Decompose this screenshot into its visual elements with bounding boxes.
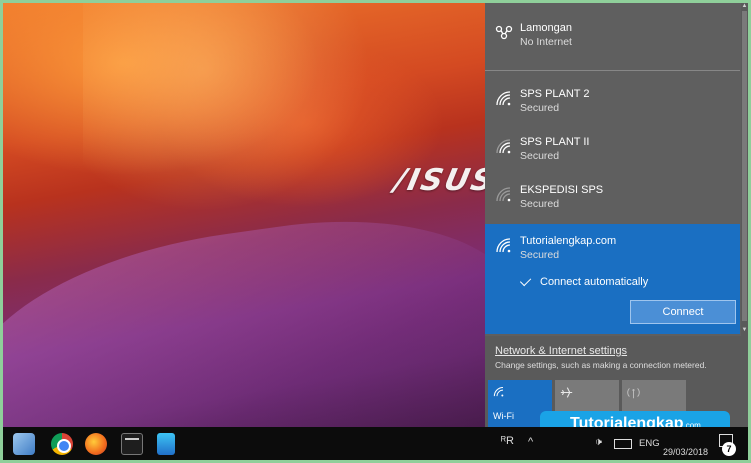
start-icon[interactable] <box>13 433 35 455</box>
network-item-sps-plant-ii[interactable]: SPS PLANT II Secured <box>485 135 740 163</box>
network-status: No Internet <box>520 36 572 48</box>
scroll-thumb[interactable] <box>742 11 747 321</box>
language-indicator[interactable]: ENG <box>639 438 660 460</box>
network-name: Tutorialengkap.com <box>520 235 617 247</box>
desktop-wallpaper: /ISUS <box>3 3 498 427</box>
connect-automatically-checkbox[interactable]: Connect automatically <box>519 274 649 288</box>
quick-tile-label: Wi-Fi <box>493 411 514 421</box>
network-name: EKSPEDISI SPS <box>520 184 604 196</box>
clock-date[interactable]: 29/03/2018 <box>663 447 708 460</box>
chevron-up-icon[interactable]: ^ <box>528 436 533 460</box>
wifi-icon <box>493 387 504 397</box>
network-name: SPS PLANT 2 <box>520 88 590 100</box>
network-status: Secured <box>520 249 560 261</box>
wifi-weak-icon <box>496 187 511 202</box>
wifi-strong-icon <box>496 91 511 106</box>
ethernet-no-internet-icon <box>495 25 513 40</box>
connect-button[interactable]: Connect <box>630 300 736 324</box>
screen: /ISUS Lamongan No Internet SPS PLANT 2 S… <box>3 3 748 460</box>
flyout-scrollbar[interactable]: ▲ ▼ <box>741 3 748 336</box>
scroll-down-icon[interactable]: ▼ <box>741 327 748 333</box>
airplane-icon <box>560 387 573 398</box>
network-item-lamongan[interactable]: Lamongan No Internet <box>485 21 740 49</box>
connect-automatically-label: Connect automatically <box>540 276 649 288</box>
asus-logo: /ISUS <box>391 163 499 198</box>
network-item-tutorialengkap-selected[interactable]: Tutorialengkap.com Secured Connect autom… <box>485 224 740 334</box>
taskbar: ᴿR ^ 🕩 ENG 29/03/2018 7 <box>3 427 748 460</box>
people-icon[interactable]: ᴿR <box>501 435 514 460</box>
network-item-sps-plant-2[interactable]: SPS PLANT 2 Secured <box>485 87 740 115</box>
keyboard-icon[interactable] <box>614 439 632 449</box>
network-name: SPS PLANT II <box>520 136 590 148</box>
network-item-ekspedisi-sps[interactable]: EKSPEDISI SPS Secured <box>485 183 740 211</box>
firefox-icon[interactable] <box>85 433 107 455</box>
network-name: Lamongan <box>520 22 572 34</box>
divider <box>485 70 740 71</box>
chrome-icon[interactable] <box>51 433 73 455</box>
mobile-hotspot-icon <box>627 388 640 399</box>
network-status: Secured <box>520 102 560 114</box>
notification-count-badge: 7 <box>722 442 736 456</box>
wifi-strong-icon <box>496 238 511 253</box>
network-status: Secured <box>520 150 560 162</box>
wifi-medium-icon <box>496 139 511 154</box>
settings-description: Change settings, such as making a connec… <box>495 360 707 370</box>
speaker-icon[interactable]: 🕩 <box>595 436 602 460</box>
scroll-up-icon[interactable]: ▲ <box>741 3 748 9</box>
selected-network-header: Tutorialengkap.com Secured <box>485 234 740 262</box>
network-status: Secured <box>520 198 560 210</box>
network-flyout: Lamongan No Internet SPS PLANT 2 Secured <box>485 3 748 427</box>
installer-icon[interactable] <box>157 433 175 455</box>
terminal-icon[interactable] <box>121 433 143 455</box>
checkmark-icon <box>519 274 532 287</box>
network-internet-settings-link[interactable]: Network & Internet settings <box>495 345 627 357</box>
